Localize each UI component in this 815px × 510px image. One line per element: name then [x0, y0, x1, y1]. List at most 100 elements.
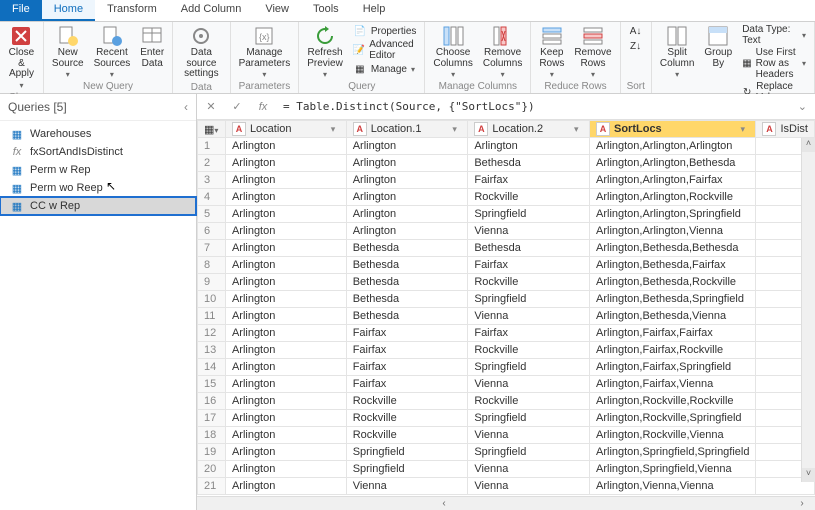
formula-expand-button[interactable]: ⌄ [794, 100, 811, 113]
scroll-left-button[interactable]: ‹ [437, 498, 451, 509]
cell[interactable]: Rockville [468, 189, 590, 206]
tab-addcolumn[interactable]: Add Column [169, 0, 254, 21]
table-row[interactable]: 11ArlingtonBethesdaViennaArlington,Bethe… [198, 308, 815, 325]
cell[interactable]: Arlington [346, 172, 468, 189]
remove-columns-button[interactable]: Remove Columns▾ [481, 24, 524, 80]
cell[interactable]: Arlington [225, 325, 346, 342]
table-row[interactable]: 18ArlingtonRockvilleViennaArlington,Rock… [198, 427, 815, 444]
row-number[interactable]: 6 [198, 223, 226, 240]
cell[interactable]: Vienna [468, 308, 590, 325]
row-number[interactable]: 20 [198, 461, 226, 478]
formula-cancel-button[interactable]: ✕ [201, 97, 221, 117]
cell[interactable]: Arlington [346, 223, 468, 240]
cell[interactable]: Arlington,Fairfax,Fairfax [590, 325, 756, 342]
table-row[interactable]: 15ArlingtonFairfaxViennaArlington,Fairfa… [198, 376, 815, 393]
cell[interactable]: Fairfax [346, 342, 468, 359]
table-row[interactable]: 17ArlingtonRockvilleSpringfieldArlington… [198, 410, 815, 427]
table-row[interactable]: 10ArlingtonBethesdaSpringfieldArlington,… [198, 291, 815, 308]
data-source-settings-button[interactable]: Data source settings [179, 24, 223, 81]
cell[interactable]: Arlington [225, 291, 346, 308]
close-apply-button[interactable]: Close & Apply ▾ [6, 24, 37, 91]
cell[interactable]: Arlington [225, 393, 346, 410]
group-by-button[interactable]: Group By [702, 24, 734, 70]
table-row[interactable]: 12ArlingtonFairfaxFairfaxArlington,Fairf… [198, 325, 815, 342]
keep-rows-button[interactable]: Keep Rows▾ [537, 24, 566, 80]
row-number[interactable]: 5 [198, 206, 226, 223]
query-item-perm-wo-reep[interactable]: ▦Perm wo Reep↖ [0, 179, 196, 197]
tab-help[interactable]: Help [351, 0, 398, 21]
cell[interactable]: Arlington,Rockville,Rockville [590, 393, 756, 410]
query-item-fxsortandisdistinct[interactable]: fxfxSortAndIsDistinct [0, 143, 196, 161]
cell[interactable]: Arlington [225, 410, 346, 427]
collapse-queries-button[interactable]: ‹ [184, 100, 188, 114]
cell[interactable]: Vienna [468, 223, 590, 240]
new-source-button[interactable]: New Source▾ [50, 24, 86, 80]
table-row[interactable]: 4ArlingtonArlingtonRockvilleArlington,Ar… [198, 189, 815, 206]
cell[interactable]: Arlington [225, 461, 346, 478]
split-column-button[interactable]: Split Column▾ [658, 24, 696, 80]
cell[interactable]: Fairfax [468, 325, 590, 342]
cell[interactable]: Bethesda [346, 257, 468, 274]
table-row[interactable]: 14ArlingtonFairfaxSpringfieldArlington,F… [198, 359, 815, 376]
column-header-location-2[interactable]: ALocation.2▾ [468, 121, 590, 138]
column-header-location[interactable]: ALocation▾ [225, 121, 346, 138]
query-item-perm-w-rep[interactable]: ▦Perm w Rep [0, 161, 196, 179]
cell[interactable]: Arlington [225, 138, 346, 155]
cell[interactable]: Rockville [468, 393, 590, 410]
cell[interactable]: Arlington [225, 478, 346, 495]
cell[interactable]: Arlington,Arlington,Springfield [590, 206, 756, 223]
row-number[interactable]: 4 [198, 189, 226, 206]
cell[interactable]: Rockville [468, 274, 590, 291]
scroll-right-button[interactable]: › [795, 498, 809, 509]
row-number[interactable]: 1 [198, 138, 226, 155]
table-row[interactable]: 16ArlingtonRockvilleRockvilleArlington,R… [198, 393, 815, 410]
tab-tools[interactable]: Tools [301, 0, 351, 21]
cell[interactable]: Arlington [225, 257, 346, 274]
cell[interactable]: Springfield [346, 444, 468, 461]
formula-input[interactable] [279, 98, 788, 115]
cell[interactable]: Arlington [225, 223, 346, 240]
cell[interactable]: Arlington,Bethesda,Bethesda [590, 240, 756, 257]
horizontal-scrollbar[interactable]: ‹ › [197, 496, 815, 510]
cell[interactable]: Arlington [225, 308, 346, 325]
cell[interactable]: Arlington,Rockville,Vienna [590, 427, 756, 444]
table-row[interactable]: 2ArlingtonArlingtonBethesdaArlington,Arl… [198, 155, 815, 172]
cell[interactable]: Arlington,Fairfax,Springfield [590, 359, 756, 376]
row-number[interactable]: 10 [198, 291, 226, 308]
filter-icon[interactable]: ▾ [331, 124, 343, 136]
cell[interactable]: Arlington,Bethesda,Vienna [590, 308, 756, 325]
column-header-location-1[interactable]: ALocation.1▾ [346, 121, 468, 138]
cell[interactable]: Fairfax [468, 257, 590, 274]
properties-button[interactable]: 📄Properties [351, 24, 419, 38]
cell[interactable]: Arlington [225, 342, 346, 359]
table-row[interactable]: 5ArlingtonArlingtonSpringfieldArlington,… [198, 206, 815, 223]
cell[interactable]: Arlington [225, 359, 346, 376]
table-row[interactable]: 19ArlingtonSpringfieldSpringfieldArlingt… [198, 444, 815, 461]
formula-accept-button[interactable]: ✓ [227, 97, 247, 117]
row-number[interactable]: 3 [198, 172, 226, 189]
table-row[interactable]: 13ArlingtonFairfaxRockvilleArlington,Fai… [198, 342, 815, 359]
cell[interactable]: Bethesda [346, 308, 468, 325]
cell[interactable]: Arlington,Arlington,Rockville [590, 189, 756, 206]
tab-view[interactable]: View [253, 0, 301, 21]
cell[interactable]: Arlington,Arlington,Arlington [590, 138, 756, 155]
row-number[interactable]: 17 [198, 410, 226, 427]
row-number[interactable]: 21 [198, 478, 226, 495]
cell[interactable]: Bethesda [468, 240, 590, 257]
filter-icon[interactable]: ▾ [740, 124, 752, 136]
cell[interactable]: Vienna [468, 376, 590, 393]
vertical-scrollbar[interactable]: ˄ ˅ [801, 138, 815, 482]
cell[interactable]: Arlington [225, 189, 346, 206]
cell[interactable]: Arlington,Arlington,Vienna [590, 223, 756, 240]
cell[interactable]: Springfield [468, 291, 590, 308]
cell[interactable]: Rockville [346, 410, 468, 427]
scroll-down-button[interactable]: ˅ [802, 468, 815, 482]
cell[interactable]: Springfield [468, 410, 590, 427]
cell[interactable]: Arlington,Vienna,Vienna [590, 478, 756, 495]
cell[interactable]: Fairfax [468, 172, 590, 189]
cell[interactable]: Arlington,Springfield,Springfield [590, 444, 756, 461]
cell[interactable]: Fairfax [346, 325, 468, 342]
row-number[interactable]: 14 [198, 359, 226, 376]
data-type-button[interactable]: Data Type: Text ▾ [740, 24, 808, 46]
scroll-up-button[interactable]: ˄ [802, 138, 815, 152]
